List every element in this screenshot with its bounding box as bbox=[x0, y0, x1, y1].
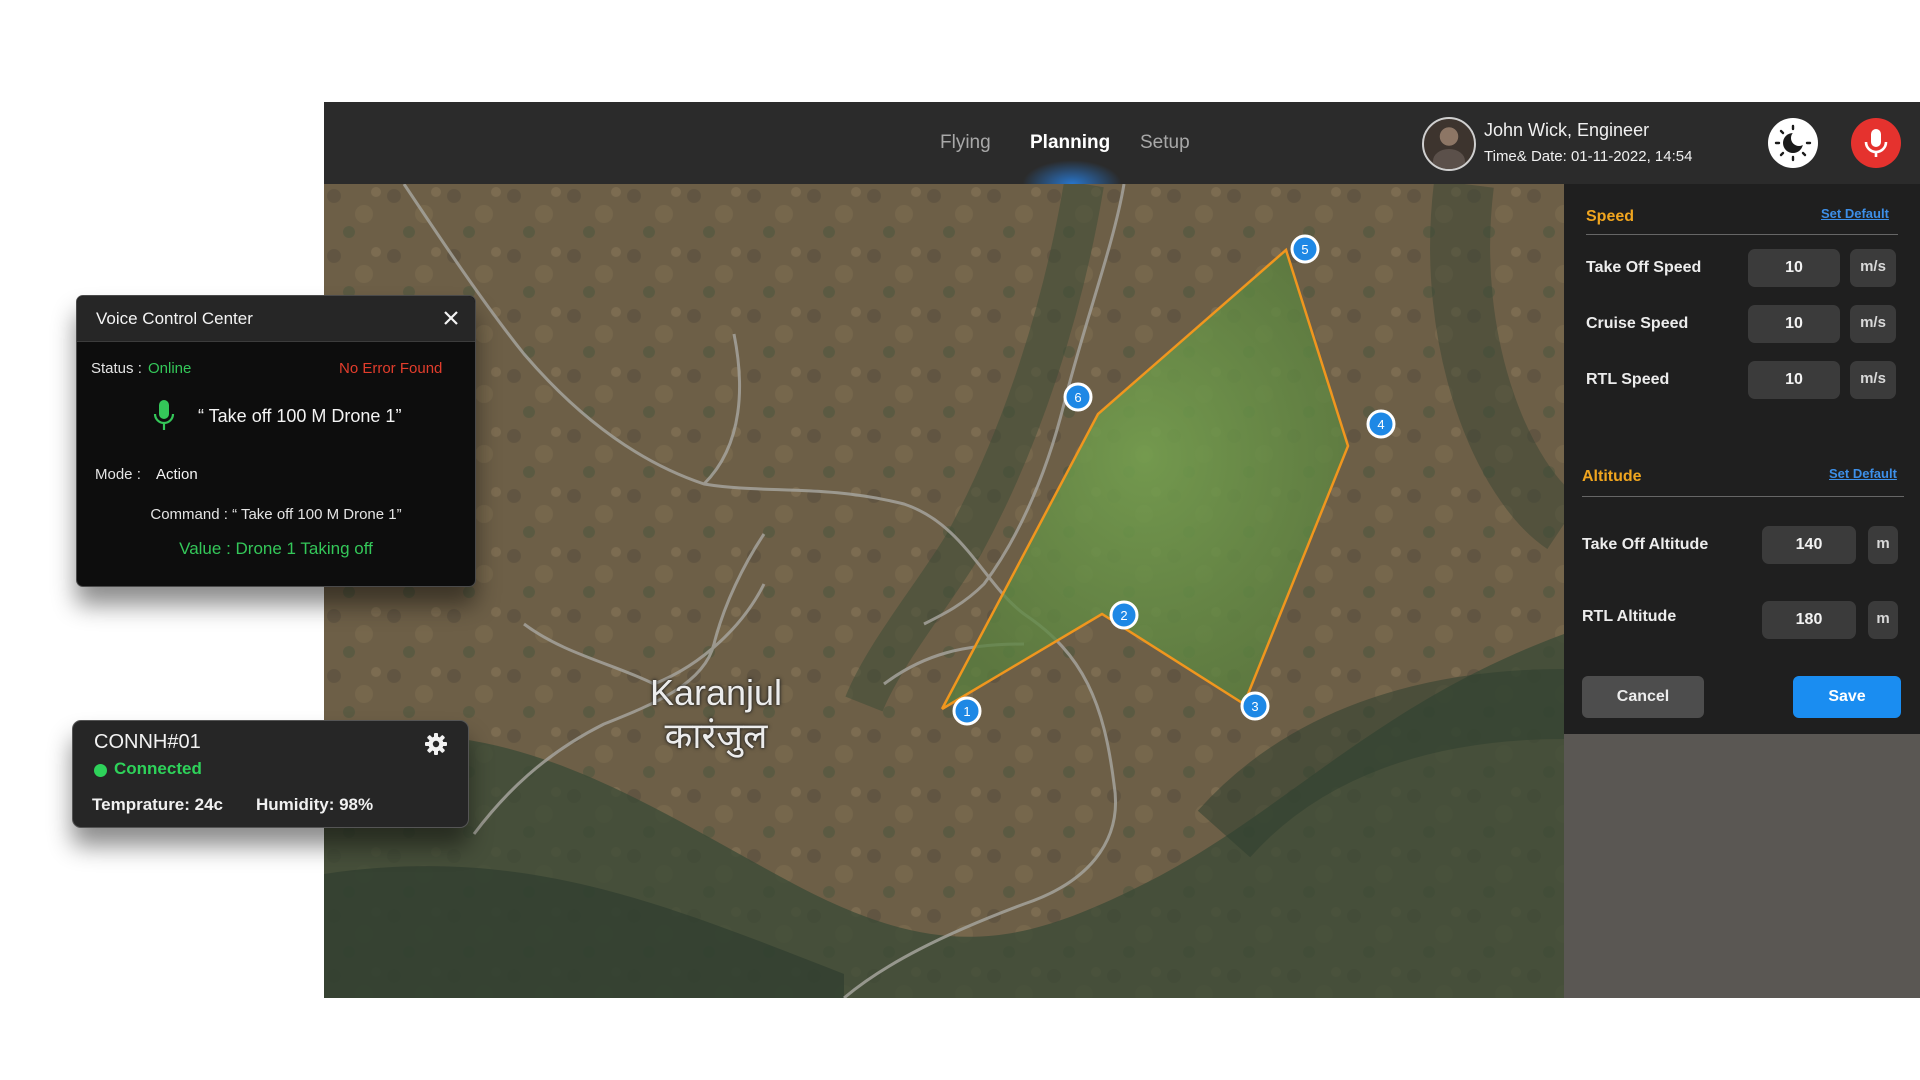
microphone-button[interactable] bbox=[1851, 118, 1901, 168]
mode-label: Mode : bbox=[95, 466, 141, 483]
rtl-altitude-input[interactable]: 180 bbox=[1762, 601, 1856, 639]
microphone-icon bbox=[1864, 129, 1888, 157]
altitude-set-default-link[interactable]: Set Default bbox=[1829, 466, 1897, 481]
gear-icon[interactable] bbox=[424, 732, 448, 756]
takeoff-speed-unit: m/s bbox=[1850, 249, 1896, 287]
takeoff-speed-input[interactable]: 10 bbox=[1748, 249, 1840, 287]
connection-card: CONNH#01 Connected Temprature: 24c Humid… bbox=[72, 720, 469, 828]
rtl-speed-input[interactable]: 10 bbox=[1748, 361, 1840, 399]
cancel-button[interactable]: Cancel bbox=[1582, 676, 1704, 718]
avatar[interactable] bbox=[1422, 117, 1476, 171]
microphone-icon bbox=[153, 400, 175, 430]
user-name: John Wick, Engineer bbox=[1484, 120, 1650, 140]
day-night-icon bbox=[1774, 124, 1812, 162]
theme-toggle-button[interactable] bbox=[1768, 118, 1818, 168]
takeoff-altitude-input[interactable]: 140 bbox=[1762, 526, 1856, 564]
status-label: Status : bbox=[91, 360, 142, 377]
tab-setup[interactable]: Setup bbox=[1140, 132, 1190, 154]
active-tab-indicator bbox=[1022, 160, 1122, 184]
humidity-reading: Humidity: 98% bbox=[256, 795, 374, 814]
rtl-speed-label: RTL Speed bbox=[1586, 371, 1670, 388]
app-window: Flying Planning Setup John Wick, Enginee… bbox=[324, 102, 1920, 998]
tab-flying[interactable]: Flying bbox=[940, 132, 991, 154]
date-time: Time& Date: 01-11-2022, 14:54 bbox=[1484, 148, 1693, 165]
command-value: Value : Drone 1 Taking off bbox=[179, 539, 373, 558]
cruise-speed-unit: m/s bbox=[1850, 305, 1896, 343]
voice-control-header: Voice Control Center bbox=[77, 296, 475, 342]
top-bar: Flying Planning Setup John Wick, Enginee… bbox=[324, 102, 1920, 184]
mission-settings-panel: Speed Set Default Take Off Speed 10 m/s … bbox=[1564, 184, 1920, 734]
divider bbox=[1586, 234, 1898, 235]
place-label-english: Karanjul bbox=[649, 672, 783, 713]
cruise-speed-input[interactable]: 10 bbox=[1748, 305, 1840, 343]
save-button[interactable]: Save bbox=[1793, 676, 1901, 718]
rtl-speed-unit: m/s bbox=[1850, 361, 1896, 399]
spoken-command: “ Take off 100 M Drone 1” bbox=[198, 406, 402, 426]
voice-control-center-panel: Voice Control Center Status : Online No … bbox=[76, 295, 476, 587]
panel-backdrop bbox=[1564, 734, 1920, 998]
takeoff-speed-label: Take Off Speed bbox=[1586, 259, 1702, 276]
rtl-altitude-label: RTL Altitude bbox=[1582, 608, 1677, 625]
map-canvas bbox=[324, 184, 1564, 998]
close-icon[interactable] bbox=[440, 307, 462, 329]
voice-control-title: Voice Control Center bbox=[96, 309, 253, 328]
temperature-reading: Temprature: 24c bbox=[92, 795, 224, 814]
satellite-map[interactable]: Karanjul कारंजुल 1 2 3 4 5 6 bbox=[324, 184, 1564, 998]
altitude-section-title: Altitude bbox=[1582, 468, 1642, 485]
cruise-speed-label: Cruise Speed bbox=[1586, 315, 1689, 332]
takeoff-altitude-unit: m bbox=[1868, 526, 1898, 564]
takeoff-altitude-label: Take Off Altitude bbox=[1582, 536, 1709, 553]
mode-value: Action bbox=[156, 466, 198, 483]
status-value: Online bbox=[148, 360, 192, 377]
connection-id: CONNH#01 bbox=[94, 731, 201, 753]
speed-section-title: Speed bbox=[1586, 208, 1635, 225]
connection-status: Connected bbox=[114, 759, 202, 778]
rtl-altitude-unit: m bbox=[1868, 601, 1898, 639]
error-status: No Error Found bbox=[339, 360, 443, 377]
divider bbox=[1582, 496, 1904, 497]
speed-set-default-link[interactable]: Set Default bbox=[1821, 206, 1889, 221]
connection-status-dot bbox=[94, 764, 107, 777]
tab-planning[interactable]: Planning bbox=[1030, 132, 1110, 154]
command-text: Command : “ Take off 100 M Drone 1” bbox=[150, 506, 402, 523]
place-label-local: कारंजुल bbox=[664, 715, 768, 756]
